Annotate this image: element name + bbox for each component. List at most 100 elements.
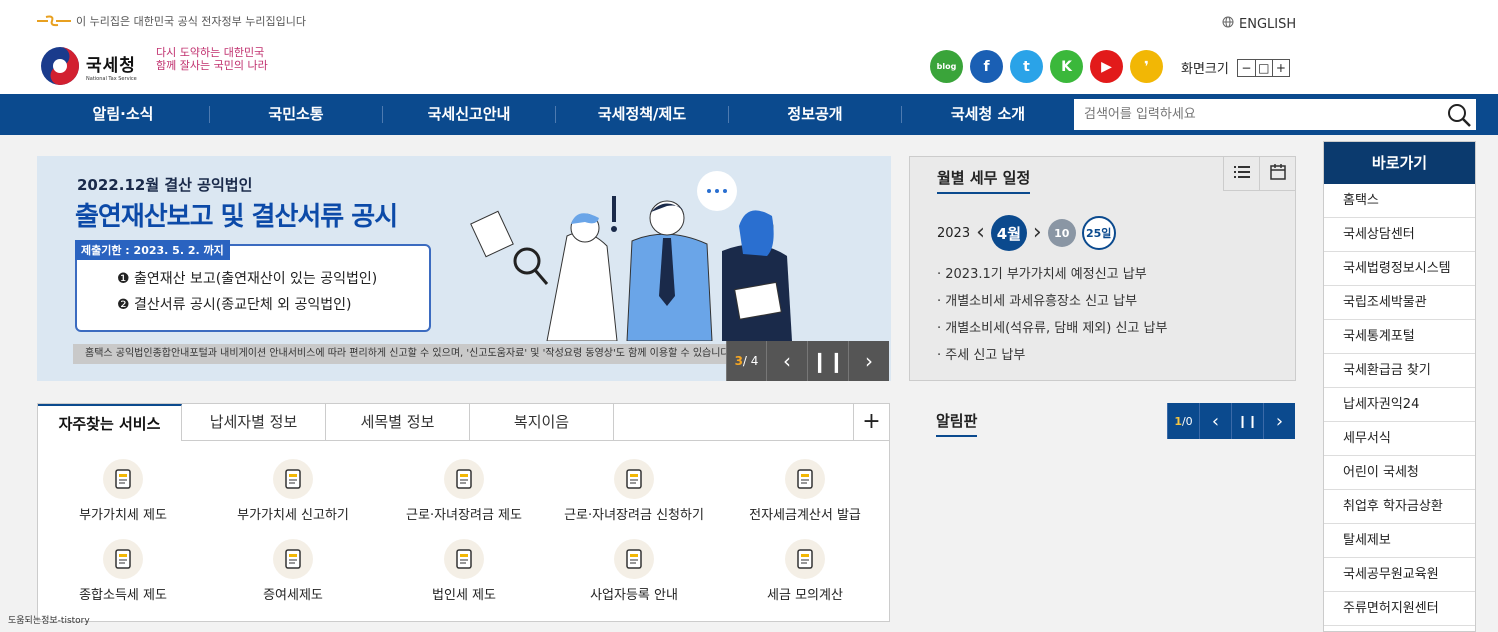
list-item[interactable]: · 개별소비세(석유류, 담배 제외) 신고 납부 <box>937 317 1167 344</box>
service-item[interactable]: 근로·자녀장려금 신청하기 <box>549 459 719 523</box>
nav-item-disclosure[interactable]: 정보공개 <box>729 94 901 135</box>
calendar-day-25[interactable]: 25일 <box>1081 216 1116 250</box>
list-item[interactable]: · 주세 신고 납부 <box>937 344 1167 371</box>
calendar-next-button[interactable]: › <box>1033 222 1042 244</box>
nav-item-news[interactable]: 알림·소식 <box>37 94 209 135</box>
slogan-line1: 다시 도약하는 대한민국 <box>156 46 265 59</box>
quick-link-item[interactable]: 취업후 학자금상환 <box>1324 490 1475 524</box>
font-reset-button[interactable]: □ <box>1254 59 1272 76</box>
lightbulb-person-icon <box>103 539 143 579</box>
quick-links-panel: 바로가기 홈택스 국세상담센터 국세법령정보시스템 국립조세박물관 국세통계포털 국세환급… <box>1323 141 1476 632</box>
calendar-prev-button[interactable]: ‹ <box>976 222 985 244</box>
nav-item-tax-filing[interactable]: 국세신고안내 <box>383 94 555 135</box>
tab-frequent-services[interactable]: 자주찾는 서비스 <box>38 404 182 441</box>
notice-pause-button[interactable]: ❙❙ <box>1231 403 1263 439</box>
notice-prev-button[interactable]: ‹ <box>1199 403 1231 439</box>
font-size-control: 화면크기 − □ + <box>1181 58 1290 77</box>
quick-link-item[interactable]: 국세통계포털 <box>1324 320 1475 354</box>
quick-link-item[interactable]: 국세공무원교육원 <box>1324 558 1475 592</box>
watermark: 도움되는정보-tistory <box>8 616 90 626</box>
tax-schedule-list: · 2023.1기 부가가치세 예정신고 납부 · 개별소비세 과세유흥장소 신… <box>937 263 1167 371</box>
service-label: 사업자등록 안내 <box>590 588 678 603</box>
english-label: ENGLISH <box>1239 16 1297 32</box>
service-item[interactable]: 부가가치세 신고하기 <box>208 459 378 523</box>
nts-logo[interactable]: 국세청 National Tax Service <box>40 46 137 86</box>
banner-next-button[interactable]: › <box>848 341 889 381</box>
search-input[interactable] <box>1074 99 1434 130</box>
tax-calendar-title: 월별 세무 일정 <box>937 167 1031 194</box>
nts-emblem-icon <box>40 46 80 86</box>
service-item[interactable]: 전자세금계산서 발급 <box>720 459 890 523</box>
tab-tax-item-info[interactable]: 세목별 정보 <box>326 404 470 441</box>
banner-pause-button[interactable]: ❙❙ <box>807 341 848 381</box>
twitter-icon[interactable]: t <box>1010 50 1043 83</box>
banner-total: / 4 <box>742 354 759 368</box>
list-icon <box>1233 164 1250 183</box>
kakao-plus-icon[interactable]: K <box>1050 50 1083 83</box>
english-link[interactable]: ENGLISH <box>1222 16 1296 32</box>
chevron-left-icon: ‹ <box>783 349 791 373</box>
social-links: blog f t K ▶ ❜ <box>930 50 1163 83</box>
tab-welfare[interactable]: 복지이음 <box>470 404 614 441</box>
service-label: 부가가치세 제도 <box>79 508 167 523</box>
top-header: 이 누리집은 대한민국 공식 전자정부 누리집입니다 ENGLISH 국세청 N… <box>0 0 1498 94</box>
banner-current: 3 <box>734 354 743 368</box>
exchange-people-icon <box>273 539 313 579</box>
notice-next-button[interactable]: › <box>1263 403 1295 439</box>
font-decrease-button[interactable]: − <box>1238 60 1255 76</box>
main-nav: 알림·소식 국민소통 국세신고안내 국세정책/제도 정보공개 국세청 소개 <box>0 94 1498 135</box>
service-item[interactable]: 부가가치세 제도 <box>38 459 208 523</box>
quick-link-item[interactable]: 국세환급금 찾기 <box>1324 354 1475 388</box>
service-item[interactable]: 사업자등록 안내 <box>549 539 719 603</box>
list-item[interactable]: · 개별소비세 과세유흥장소 신고 납부 <box>937 290 1167 317</box>
egov-logo-icon <box>36 15 72 27</box>
tab-taxpayer-info[interactable]: 납세자별 정보 <box>182 404 326 441</box>
list-view-button[interactable] <box>1223 157 1259 191</box>
youtube-icon[interactable]: ▶ <box>1090 50 1123 83</box>
banner-counter: 3/ 4 <box>726 341 766 381</box>
slogan-line2: 함께 잘사는 국민의 나라 <box>156 59 268 72</box>
notice-controls: 1/0 ‹ ❙❙ › <box>1167 403 1295 439</box>
blog-icon[interactable]: blog <box>930 50 963 83</box>
agency-name-en: National Tax Service <box>86 75 137 82</box>
notice-board-title[interactable]: 알림판 <box>936 410 978 437</box>
service-item[interactable]: 증여세제도 <box>208 539 378 603</box>
list-item[interactable]: · 2023.1기 부가가치세 예정신고 납부 <box>937 263 1167 290</box>
quick-link-item[interactable]: 주류면허지원센터 <box>1324 592 1475 626</box>
search-box <box>1074 99 1476 130</box>
calendar-day-10[interactable]: 10 <box>1047 219 1076 247</box>
facebook-icon[interactable]: f <box>970 50 1003 83</box>
service-label: 부가가치세 신고하기 <box>237 508 349 523</box>
quick-link-item[interactable]: 국세상담센터 <box>1324 218 1475 252</box>
quick-link-item[interactable]: 세무서식 <box>1324 422 1475 456</box>
nav-item-communication[interactable]: 국민소통 <box>210 94 382 135</box>
service-item[interactable]: 법인세 제도 <box>379 539 549 603</box>
gov-notice: 이 누리집은 대한민국 공식 전자정부 누리집입니다 <box>36 13 306 29</box>
banner-line2: ❷ 결산서류 공시(종교단체 외 공익법인) <box>117 297 352 313</box>
quick-link-item[interactable]: 홈택스 <box>1324 184 1475 218</box>
font-increase-button[interactable]: + <box>1271 59 1289 76</box>
banner-controls: 3/ 4 ‹ ❙❙ › <box>726 341 889 381</box>
banner-prev-button[interactable]: ‹ <box>766 341 807 381</box>
service-item[interactable]: 종합소득세 제도 <box>38 539 208 603</box>
quick-link-item[interactable]: 납세자권익24 <box>1324 388 1475 422</box>
calendar-view-button[interactable] <box>1259 157 1295 191</box>
banner-line1: ❶ 출연재산 보고(출연재산이 있는 공익법인) <box>117 271 378 287</box>
nav-item-policy[interactable]: 국세정책/제도 <box>556 94 728 135</box>
nav-item-about[interactable]: 국세청 소개 <box>902 94 1074 135</box>
quick-link-item[interactable]: 국세법령정보시스템 <box>1324 252 1475 286</box>
service-label: 증여세제도 <box>263 588 323 603</box>
service-item[interactable]: 세금 모의계산 <box>720 539 890 603</box>
gov-notice-text: 이 누리집은 대한민국 공식 전자정부 누리집입니다 <box>76 15 307 28</box>
kakaostory-icon[interactable]: ❜ <box>1130 50 1163 83</box>
calendar-icon <box>1269 163 1286 184</box>
main-banner[interactable]: 2022.12월 결산 공익법인 출연재산보고 및 결산서류 공시 ❶ 출연재산… <box>37 156 891 381</box>
chevron-right-icon: › <box>865 349 873 373</box>
more-button[interactable]: + <box>853 404 889 441</box>
quick-link-item[interactable]: 어린이 국세청 <box>1324 456 1475 490</box>
quick-link-item[interactable]: 국립조세박물관 <box>1324 286 1475 320</box>
search-icon[interactable] <box>1446 102 1472 128</box>
quick-link-item[interactable]: 탈세제보 <box>1324 524 1475 558</box>
service-item[interactable]: 근로·자녀장려금 제도 <box>379 459 549 523</box>
slogan: 다시 도약하는 대한민국 함께 잘사는 국민의 나라 <box>156 46 276 72</box>
